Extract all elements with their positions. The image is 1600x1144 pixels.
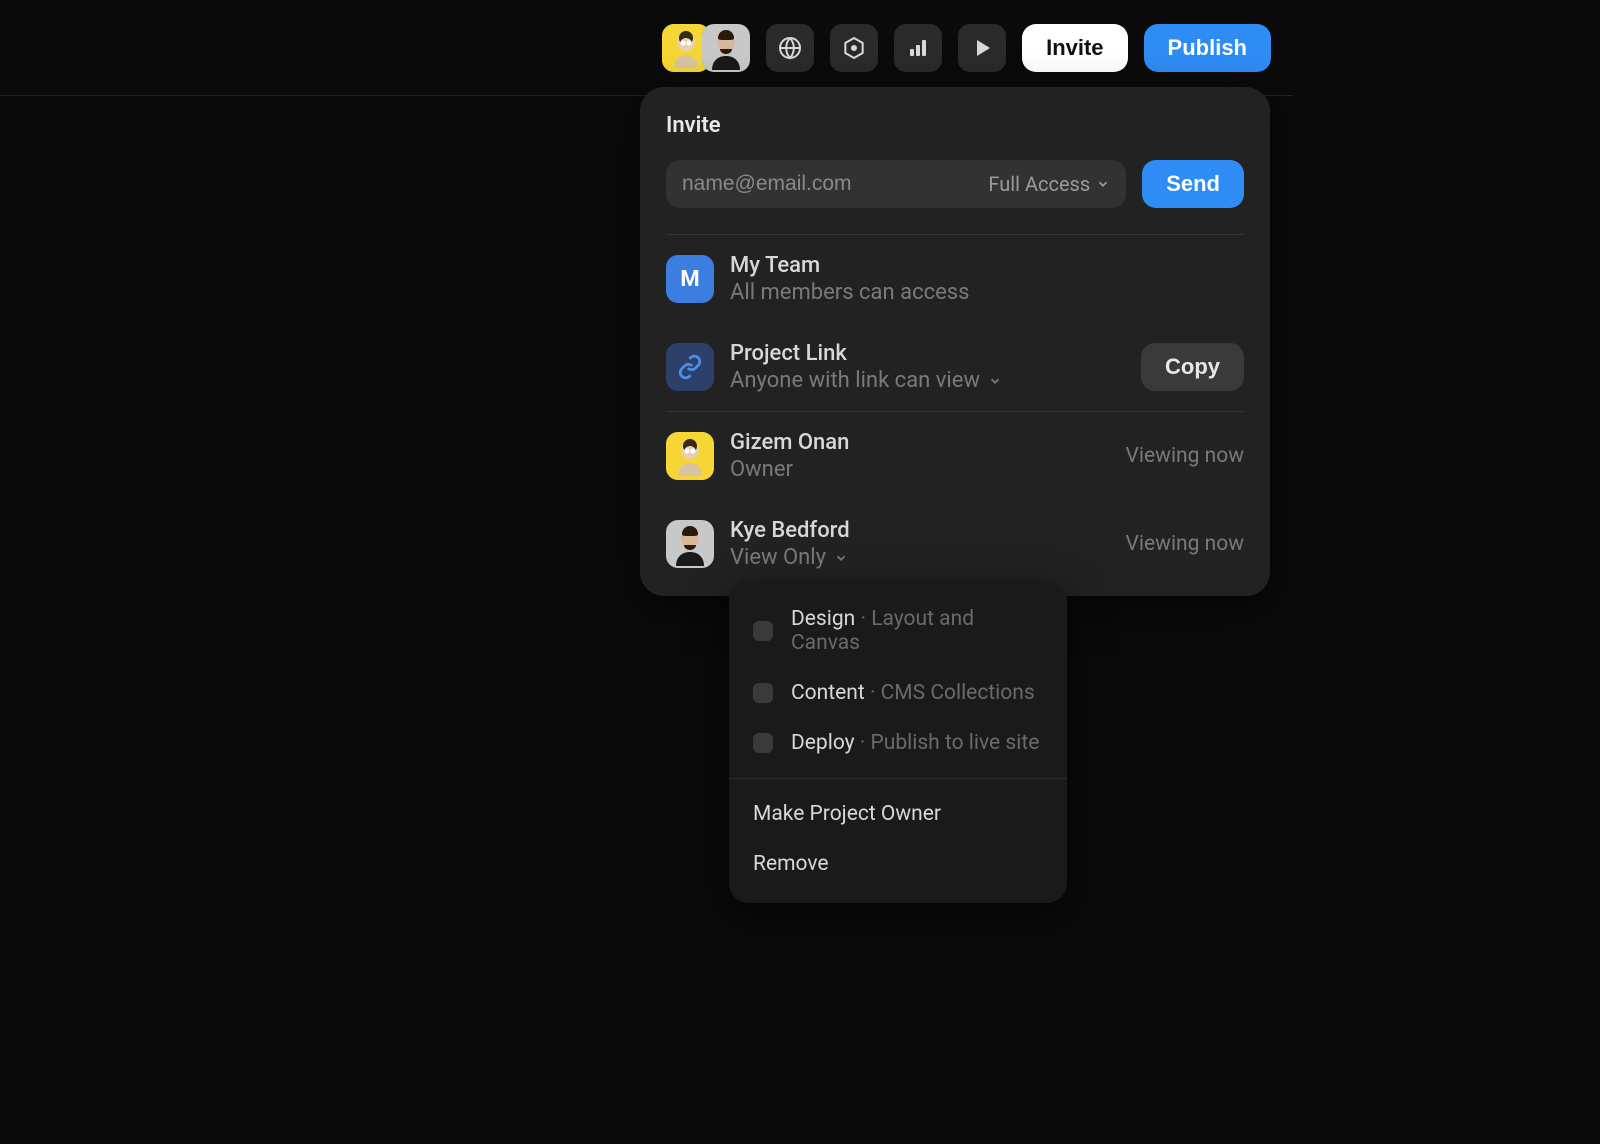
invite-modal: Invite Full Access Send M My Team All me… [640, 87, 1270, 596]
member-name-1: Kye Bedford [730, 518, 1110, 543]
play-icon [970, 36, 994, 60]
remove-action[interactable]: Remove [729, 839, 1067, 889]
checkbox-icon [753, 621, 773, 641]
team-info: My Team All members can access [730, 253, 1244, 305]
team-name: My Team [730, 253, 1244, 278]
avatar-stack [662, 24, 750, 72]
bar-chart-icon [906, 36, 930, 60]
member-name-0: Gizem Onan [730, 430, 1110, 455]
publish-button[interactable]: Publish [1144, 24, 1271, 72]
perm-option-content[interactable]: Content · CMS Collections [729, 668, 1067, 718]
send-button[interactable]: Send [1142, 160, 1244, 208]
link-name: Project Link [730, 341, 1125, 366]
globe-icon [778, 36, 802, 60]
member-row-1: Kye Bedford View Only Viewing now [666, 500, 1244, 570]
perm-desc: · CMS Collections [870, 681, 1035, 705]
face-icon [702, 24, 750, 72]
perm-label: Deploy [791, 731, 855, 755]
invite-row: Full Access Send [666, 160, 1244, 208]
perm-desc: · Publish to live site [860, 731, 1040, 755]
modal-title: Invite [666, 113, 1244, 138]
member-info-1: Kye Bedford View Only [730, 518, 1110, 570]
link-sub-row[interactable]: Anyone with link can view [730, 368, 1125, 393]
member-role-1-row[interactable]: View Only [730, 545, 1110, 570]
member-avatar-0 [666, 432, 714, 480]
team-sub: All members can access [730, 280, 1244, 305]
email-input[interactable] [682, 172, 978, 196]
checkbox-icon [753, 683, 773, 703]
permissions-submenu: Design · Layout and Canvas Content · CMS… [729, 580, 1067, 903]
team-row: M My Team All members can access [666, 235, 1244, 323]
project-link-row: Project Link Anyone with link can view C… [666, 323, 1244, 411]
chevron-down-icon [834, 551, 848, 565]
perm-text: Deploy · Publish to live site [791, 731, 1039, 755]
analytics-button[interactable] [894, 24, 942, 72]
email-wrap: Full Access [666, 160, 1126, 208]
perm-option-design[interactable]: Design · Layout and Canvas [729, 594, 1067, 668]
member-info-0: Gizem Onan Owner [730, 430, 1110, 482]
avatar-user-2[interactable] [702, 24, 750, 72]
access-selector[interactable]: Full Access [988, 172, 1110, 196]
make-owner-action[interactable]: Make Project Owner [729, 789, 1067, 839]
play-button[interactable] [958, 24, 1006, 72]
perm-label: Design [791, 607, 855, 631]
face-icon [666, 520, 714, 568]
checkbox-icon [753, 733, 773, 753]
invite-button[interactable]: Invite [1022, 24, 1127, 72]
link-sub: Anyone with link can view [730, 368, 980, 393]
link-info: Project Link Anyone with link can view [730, 341, 1125, 393]
member-role-0: Owner [730, 457, 1110, 482]
member-status-0: Viewing now [1126, 444, 1244, 468]
hexagon-icon [842, 36, 866, 60]
member-status-1: Viewing now [1126, 532, 1244, 556]
member-row-0: Gizem Onan Owner Viewing now [666, 412, 1244, 500]
perm-label: Content [791, 681, 865, 705]
submenu-divider [729, 778, 1067, 779]
team-avatar: M [666, 255, 714, 303]
copy-button[interactable]: Copy [1141, 343, 1244, 391]
globe-button[interactable] [766, 24, 814, 72]
perm-text: Design · Layout and Canvas [791, 607, 1043, 655]
link-avatar [666, 343, 714, 391]
topbar: Invite Publish [0, 0, 1293, 96]
face-icon [666, 432, 714, 480]
settings-button[interactable] [830, 24, 878, 72]
perm-text: Content · CMS Collections [791, 681, 1035, 705]
link-icon [677, 354, 703, 380]
chevron-down-icon [988, 374, 1002, 388]
member-role-1: View Only [730, 545, 826, 570]
perm-option-deploy[interactable]: Deploy · Publish to live site [729, 718, 1067, 768]
chevron-down-icon [1096, 177, 1110, 191]
member-avatar-1 [666, 520, 714, 568]
access-label: Full Access [988, 172, 1090, 196]
